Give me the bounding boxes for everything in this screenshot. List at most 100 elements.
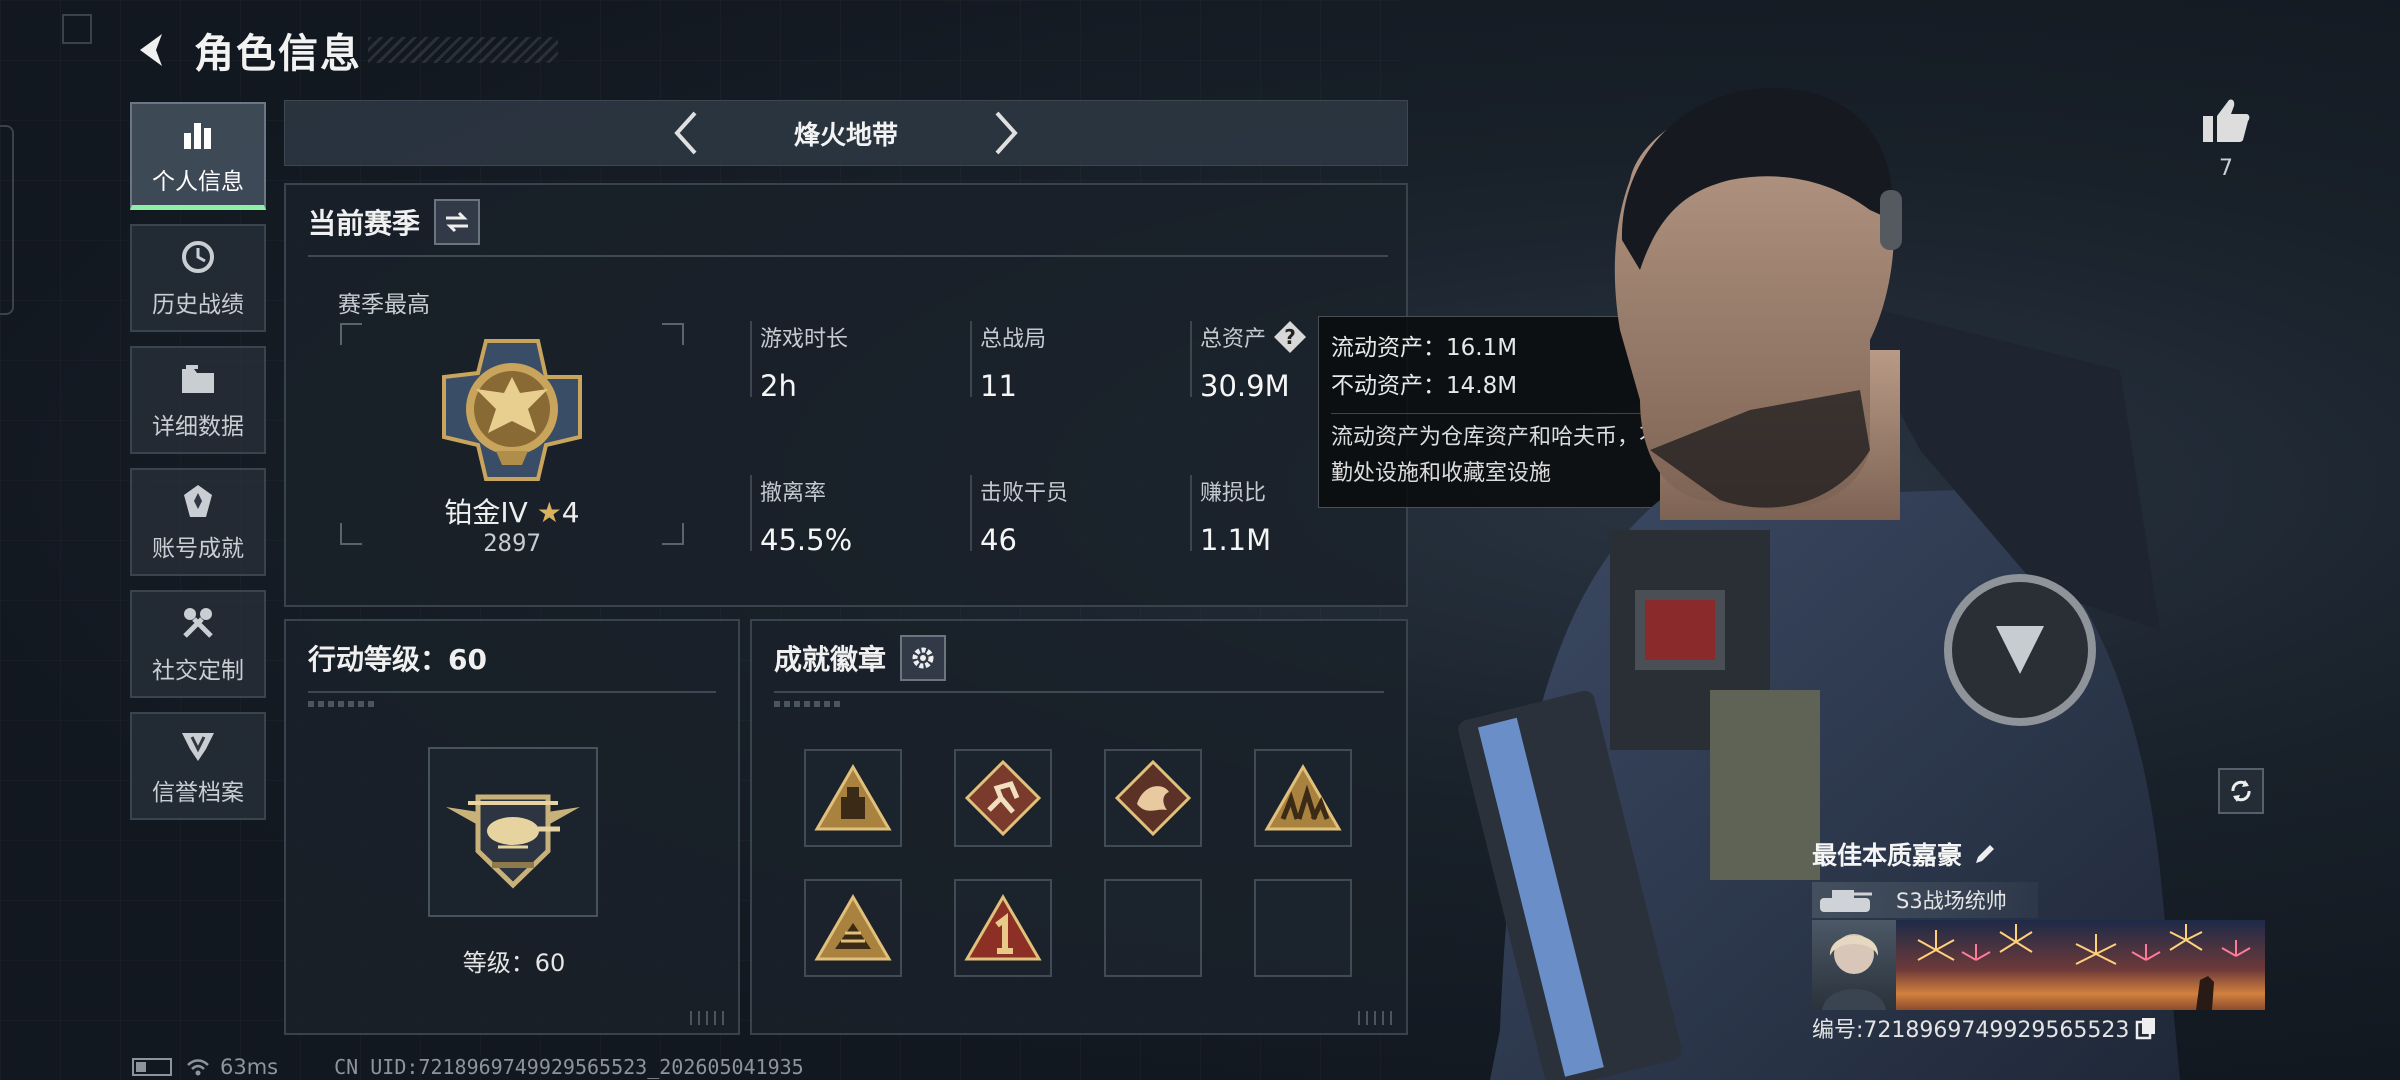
achievement-badge[interactable] [1104, 749, 1202, 847]
history-clock-icon [178, 237, 218, 277]
sidebar-item-label: 个人信息 [152, 168, 244, 195]
back-button[interactable] [128, 26, 176, 74]
stacked-crates-badge-icon [814, 894, 892, 961]
swap-icon [446, 211, 469, 233]
edit-pencil-icon[interactable] [1972, 841, 1998, 867]
tank-title-icon [1820, 890, 1872, 912]
sidebar-item-history[interactable]: 历史战绩 [130, 224, 266, 332]
badge-grid [804, 749, 1352, 977]
panel-decoration [690, 1011, 730, 1025]
level-emblem[interactable] [428, 747, 598, 917]
season-title: 当前赛季 [308, 207, 421, 240]
stat-total-matches: 总战局 11 [970, 321, 1180, 403]
sidebar-item-label: 详细数据 [152, 414, 244, 440]
mode-name: 烽火地带 [793, 120, 898, 151]
player-id-row: 编号:7218969749929565523 [1812, 1012, 2157, 1044]
tools-icon [178, 603, 218, 643]
help-icon[interactable]: ? [1274, 321, 1307, 353]
fireworks-banner-image [1896, 920, 2265, 1010]
sidebar-item-detailed-data[interactable]: 详细数据 [130, 346, 266, 454]
sidebar-item-label: 社交定制 [152, 658, 244, 684]
achievement-badge[interactable] [954, 749, 1052, 847]
profile-banner[interactable] [1812, 920, 2265, 1010]
stat-label: 总战局 [980, 327, 1047, 352]
star-icon: ★ [536, 496, 562, 529]
player-title[interactable]: S3战场统帅 [1812, 882, 2038, 918]
stat-value: 11 [980, 369, 1017, 403]
stat-label-text: 总资产 [1200, 327, 1267, 352]
corner-decoration [62, 14, 92, 44]
rank-tier: 铂金IV [444, 496, 528, 529]
player-name-card: 最佳本质嘉豪 S3战场统帅 编号:7218969749929565523 [1812, 836, 2267, 1048]
wifi-icon [187, 1059, 209, 1076]
mode-next-button[interactable] [976, 103, 1036, 163]
like-button[interactable]: 7 [2196, 96, 2256, 181]
season-best-label: 赛季最高 [338, 292, 430, 318]
platinum-rank-emblem-icon [442, 339, 582, 481]
season-switch-button[interactable] [434, 199, 481, 245]
mode-prev-button[interactable] [656, 103, 716, 163]
action-level-title: 行动等级：60 [308, 643, 487, 676]
sidebar-item-credit[interactable]: 信誉档案 [130, 712, 266, 820]
achievement-badge[interactable] [804, 749, 902, 847]
copy-icon[interactable] [2135, 1016, 2157, 1040]
chevron-right-icon [995, 111, 1018, 155]
stat-label: 撤离率 [760, 481, 827, 506]
sidebar-item-personal-info[interactable]: 个人信息 [130, 102, 266, 210]
left-edge-handle[interactable] [0, 125, 14, 315]
season-panel: 当前赛季 赛季最高 铂金IV ★4 2897 游戏时长 2h 总战局 11 总资… [284, 183, 1408, 607]
helicopter-emblem-icon [446, 794, 580, 889]
dragon-badge-icon [1114, 759, 1192, 837]
player-id: 编号:7218969749929565523 [1812, 1018, 2130, 1043]
supply-crate-badge-icon [814, 764, 892, 831]
divider [308, 255, 1388, 257]
stat-label: 游戏时长 [760, 327, 849, 352]
refresh-icon [2231, 780, 2251, 802]
action-level-panel: 行动等级：60 等级：60 [284, 619, 740, 1035]
sidebar-item-social[interactable]: 社交定制 [130, 590, 266, 698]
achievements-title: 成就徽章 [774, 643, 887, 676]
achievement-badge[interactable] [1254, 749, 1352, 847]
sidebar: 个人信息 历史战绩 详细数据 账号成就 社交定制 信誉档案 [130, 102, 266, 834]
achievement-badge-empty[interactable] [1254, 879, 1352, 977]
stat-extraction-rate: 撤离率 45.5% [750, 475, 960, 557]
gear-icon [912, 647, 934, 669]
rank-frame: 铂金IV ★4 2897 [340, 323, 684, 557]
stat-operators-defeated: 击败干员 46 [970, 475, 1180, 557]
panel-decoration [1358, 1011, 1398, 1025]
player-name-row: 最佳本质嘉豪 [1812, 836, 2267, 872]
achievement-badge[interactable] [804, 879, 902, 977]
thumbs-up-icon [2203, 99, 2250, 142]
runner-badge-icon [964, 759, 1042, 837]
stat-value: 1.1M [1200, 523, 1272, 557]
sidebar-item-label: 账号成就 [152, 536, 244, 562]
divider-decoration [774, 701, 844, 707]
achievement-badge[interactable] [954, 879, 1052, 977]
stat-value: 46 [980, 523, 1017, 557]
mode-selector: 烽火地带 [284, 100, 1408, 166]
title-decoration [368, 37, 558, 63]
stat-value: 45.5% [760, 523, 853, 557]
achievement-icon [178, 481, 218, 521]
refresh-button[interactable] [2218, 768, 2264, 814]
sidebar-item-achievements[interactable]: 账号成就 [130, 468, 266, 576]
sidebar-item-label: 历史战绩 [152, 292, 244, 318]
achievements-panel: 成就徽章 [750, 619, 1408, 1035]
divider [774, 691, 1384, 693]
level-text: 等级：60 [462, 949, 566, 977]
achievement-settings-button[interactable] [900, 635, 947, 681]
page-header: 角色信息 [128, 22, 558, 78]
back-arrow-icon [140, 34, 162, 66]
shield-badge-icon [178, 725, 218, 765]
achievement-badge-empty[interactable] [1104, 879, 1202, 977]
stat-label: 击败干员 [980, 481, 1069, 506]
status-footer: 63ms CN UID:7218969749929565523_20260504… [132, 1054, 804, 1080]
sidebar-item-label: 信誉档案 [152, 780, 244, 806]
first-place-badge-icon [964, 894, 1042, 961]
rank-stars: 4 [561, 496, 580, 529]
rank-score: 2897 [483, 529, 541, 557]
uid-text: CN UID:7218969749929565523_202605041935 [334, 1055, 804, 1079]
rank-name: 铂金IV ★4 [340, 491, 684, 531]
avatar[interactable] [1812, 920, 1896, 1010]
player-title-text: S3战场统帅 [1896, 889, 2007, 913]
